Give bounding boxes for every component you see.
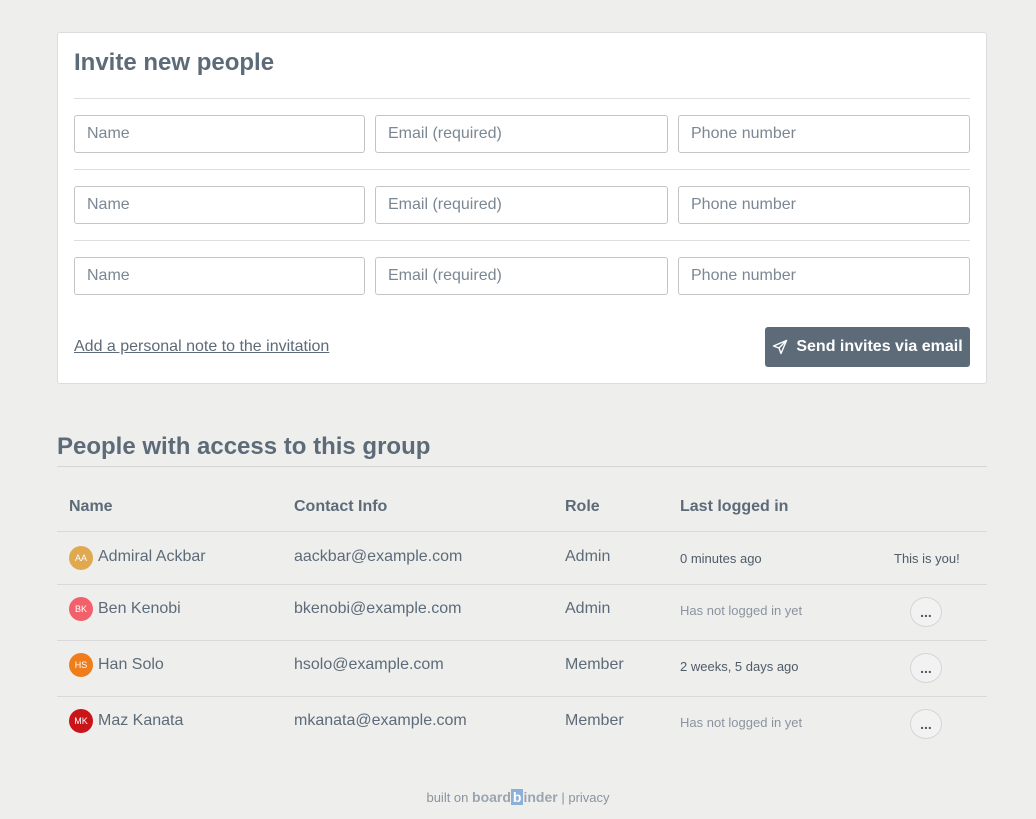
email-input-1[interactable] [375, 115, 668, 153]
invite-title: Invite new people [74, 49, 275, 76]
email-input-2[interactable] [375, 186, 668, 224]
people-section-title: People with access to this group [57, 433, 431, 460]
last-login: 2 weeks, 5 days ago [680, 659, 799, 674]
person-name: Admiral Ackbar [98, 548, 206, 565]
divider [74, 98, 970, 99]
avatar: BK [69, 597, 93, 621]
phone-input-3[interactable] [678, 257, 970, 295]
paper-plane-icon [772, 339, 788, 355]
avatar: HS [69, 653, 93, 677]
name-input-3[interactable] [74, 257, 365, 295]
send-invites-label: Send invites via email [796, 338, 963, 355]
col-header-contact: Contact Info [294, 498, 388, 515]
footer: built on board b inder | privacy [0, 789, 1036, 805]
send-invites-button[interactable]: Send invites via email [765, 327, 970, 367]
divider [74, 169, 970, 170]
person-email: bkenobi@example.com [294, 600, 462, 617]
phone-input-2[interactable] [678, 186, 970, 224]
email-input-3[interactable] [375, 257, 668, 295]
person-role: Member [565, 712, 624, 729]
person-email: aackbar@example.com [294, 548, 463, 565]
col-header-last-login: Last logged in [680, 498, 789, 515]
person-role: Admin [565, 600, 611, 617]
col-header-role: Role [565, 498, 600, 515]
table-row: MK Maz Kanata mkanata@example.com Member… [57, 697, 987, 752]
last-login: Has not logged in yet [680, 603, 803, 618]
brand-b-mark: b [510, 789, 524, 805]
person-name: Ben Kenobi [98, 600, 181, 617]
divider [74, 240, 970, 241]
table-row: BK Ben Kenobi bkenobi@example.com Admin … [57, 585, 987, 640]
brand-part: inder [523, 789, 558, 805]
phone-input-1[interactable] [678, 115, 970, 153]
person-email: hsolo@example.com [294, 656, 444, 673]
invite-card: Invite new people Add a personal note to… [57, 32, 987, 384]
section-divider [57, 466, 987, 467]
more-actions-button[interactable]: ... [910, 597, 942, 627]
last-login: 0 minutes ago [680, 551, 762, 566]
last-login: Has not logged in yet [680, 715, 803, 730]
person-name: Han Solo [98, 656, 164, 673]
table-row: AA Admiral Ackbar aackbar@example.com Ad… [57, 532, 987, 584]
avatar: MK [69, 709, 93, 733]
col-header-name: Name [69, 498, 113, 515]
more-actions-button[interactable]: ... [910, 709, 942, 739]
built-on-text: built on [426, 790, 469, 805]
person-name: Maz Kanata [98, 712, 184, 729]
brand-part: board [472, 789, 511, 805]
brand-logo[interactable]: board b inder [472, 789, 558, 805]
personal-note-link[interactable]: Add a personal note to the invitation [74, 338, 329, 356]
name-input-1[interactable] [74, 115, 365, 153]
more-actions-button[interactable]: ... [910, 653, 942, 683]
person-role: Admin [565, 548, 611, 565]
privacy-link[interactable]: privacy [568, 790, 609, 805]
current-user-label: This is you! [894, 551, 960, 566]
name-input-2[interactable] [74, 186, 365, 224]
footer-separator: | [561, 790, 565, 805]
person-role: Member [565, 656, 624, 673]
avatar: AA [69, 546, 93, 570]
person-email: mkanata@example.com [294, 712, 467, 729]
table-row: HS Han Solo hsolo@example.com Member 2 w… [57, 641, 987, 696]
